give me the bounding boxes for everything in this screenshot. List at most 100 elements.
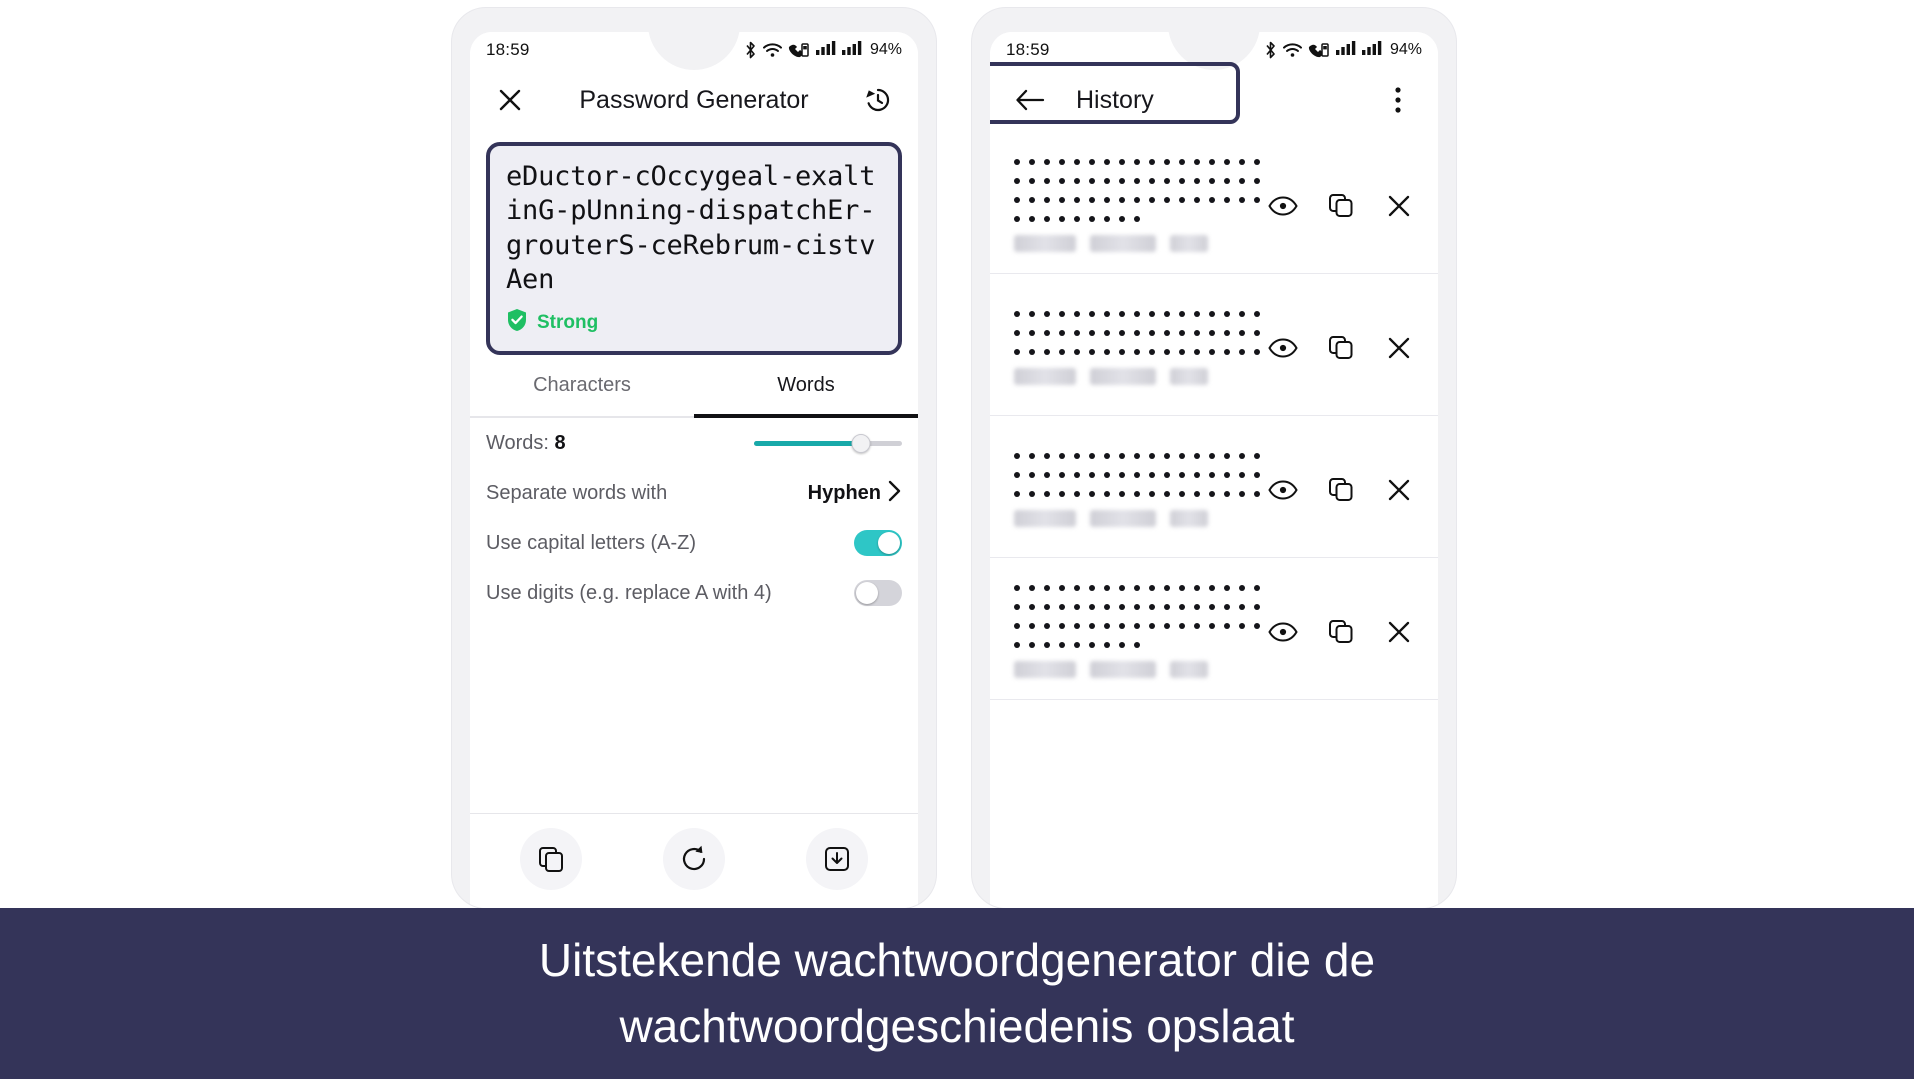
dot-row xyxy=(1014,604,1264,610)
timestamp-blurred xyxy=(1014,661,1076,678)
phone-right-screen: 18:59 94% History xyxy=(990,32,1438,908)
dot-row xyxy=(1014,585,1264,591)
password-history-list xyxy=(990,132,1438,700)
screenshot-root: 18:59 94% Password Generator eDuctor-cOc… xyxy=(0,0,1914,1079)
dot-row xyxy=(1014,348,1264,355)
camera-notch xyxy=(648,32,740,70)
date-blurred xyxy=(1090,509,1156,527)
history-list-item[interactable] xyxy=(990,558,1438,700)
close-icon[interactable] xyxy=(1380,187,1418,225)
back-arrow-icon[interactable] xyxy=(1008,78,1052,122)
history-item-meta xyxy=(1014,661,1264,678)
dot-row xyxy=(1014,159,1264,165)
separator-label: Separate words with xyxy=(486,481,668,504)
date-blurred xyxy=(1090,661,1156,678)
history-item-meta xyxy=(1014,367,1264,385)
copy-icon[interactable] xyxy=(1322,613,1360,651)
status-icons: 94% xyxy=(1264,40,1422,60)
phone-left-screen: 18:59 94% Password Generator eDuctor-cOc… xyxy=(470,32,918,908)
battery-percentage: 94% xyxy=(1389,41,1422,58)
words-count-label: Words: 8 xyxy=(486,431,566,454)
dot-row xyxy=(1014,623,1264,629)
history-item-actions xyxy=(1264,187,1424,225)
history-item-actions xyxy=(1264,329,1424,367)
close-icon[interactable] xyxy=(488,78,532,122)
setting-row-separator[interactable]: Separate words with Hyphen xyxy=(486,468,902,518)
signal-bars-icon-2 xyxy=(841,40,862,60)
separator-value: Hyphen xyxy=(807,481,881,504)
masked-password xyxy=(1004,452,1264,527)
status-bar-right: 18:59 94% xyxy=(990,32,1438,70)
generated-password-card[interactable]: eDuctor-cOccygeal-exaltinG-pUnning-dispa… xyxy=(486,142,902,356)
page-title: Password Generator xyxy=(579,85,809,114)
tab-characters[interactable]: Characters xyxy=(470,355,694,419)
signal-bars-icon xyxy=(815,40,836,60)
regenerate-password-button[interactable] xyxy=(662,828,725,890)
history-list-item[interactable] xyxy=(990,274,1438,416)
words-count-slider[interactable] xyxy=(754,433,902,453)
digits-label: Use digits (e.g. replace A with 4) xyxy=(486,581,772,604)
bottom-action-bar xyxy=(470,813,918,908)
eye-icon[interactable] xyxy=(1264,329,1302,367)
time-blurred xyxy=(1170,367,1208,385)
toggle-knob xyxy=(878,532,900,555)
app-bar-password-generator: Password Generator xyxy=(470,68,918,132)
close-icon[interactable] xyxy=(1380,329,1418,367)
copy-icon[interactable] xyxy=(1322,187,1360,225)
words-count-value: 8 xyxy=(554,431,566,454)
dot-row xyxy=(1014,329,1264,336)
dot-row xyxy=(1014,178,1264,184)
phone-left-password-generator: 18:59 94% Password Generator eDuctor-cOc… xyxy=(452,8,936,908)
battery-percentage: 94% xyxy=(869,41,902,58)
history-list-item[interactable] xyxy=(990,416,1438,558)
capital-letters-toggle[interactable] xyxy=(854,530,902,557)
history-item-meta xyxy=(1014,235,1264,252)
eye-icon[interactable] xyxy=(1264,187,1302,225)
generator-settings: Words: 8 Separate words with Hyphen Use … xyxy=(470,418,918,619)
slider-fill xyxy=(754,440,861,446)
date-blurred xyxy=(1090,235,1156,252)
timestamp-blurred xyxy=(1014,235,1076,252)
time-blurred xyxy=(1170,661,1208,678)
save-password-button[interactable] xyxy=(805,828,868,890)
camera-notch xyxy=(1168,32,1260,70)
history-icon[interactable] xyxy=(856,78,900,122)
call-data-icon xyxy=(1308,42,1330,58)
app-bar-history: History xyxy=(990,62,1438,132)
copy-icon[interactable] xyxy=(1322,471,1360,509)
capital-letters-label: Use capital letters (A-Z) xyxy=(486,531,697,554)
more-options-icon[interactable] xyxy=(1376,78,1420,122)
eye-icon[interactable] xyxy=(1264,613,1302,651)
status-bar-left: 18:59 94% xyxy=(470,32,918,70)
dot-row xyxy=(1014,216,1264,222)
dot-row xyxy=(1014,642,1264,648)
dot-row xyxy=(1014,310,1264,317)
dot-row xyxy=(1014,471,1264,478)
status-icons: 94% xyxy=(744,40,902,60)
tab-words[interactable]: Words xyxy=(694,355,918,419)
setting-row-digits: Use digits (e.g. replace A with 4) xyxy=(486,568,902,618)
date-blurred xyxy=(1090,367,1156,385)
history-item-meta xyxy=(1014,509,1264,527)
caption-line-2: wachtwoordgeschiedenis opslaat xyxy=(619,999,1295,1052)
copy-icon[interactable] xyxy=(1322,329,1360,367)
chevron-right-icon xyxy=(887,480,902,507)
status-time: 18:59 xyxy=(486,40,530,59)
wifi-icon xyxy=(762,43,782,58)
time-blurred xyxy=(1170,235,1208,252)
copy-password-button[interactable] xyxy=(520,828,583,890)
close-icon[interactable] xyxy=(1380,471,1418,509)
wifi-icon xyxy=(1282,43,1302,58)
digits-toggle[interactable] xyxy=(854,580,902,607)
eye-icon[interactable] xyxy=(1264,471,1302,509)
generator-tabs: Characters Words xyxy=(470,355,918,419)
time-blurred xyxy=(1170,509,1208,527)
slider-thumb[interactable] xyxy=(851,433,871,453)
close-icon[interactable] xyxy=(1380,613,1418,651)
status-time: 18:59 xyxy=(1006,40,1050,59)
setting-row-capital-letters: Use capital letters (A-Z) xyxy=(486,518,902,568)
signal-bars-icon-2 xyxy=(1361,40,1382,60)
timestamp-blurred xyxy=(1014,367,1076,385)
history-list-item[interactable] xyxy=(990,132,1438,274)
signal-bars-icon xyxy=(1335,40,1356,60)
